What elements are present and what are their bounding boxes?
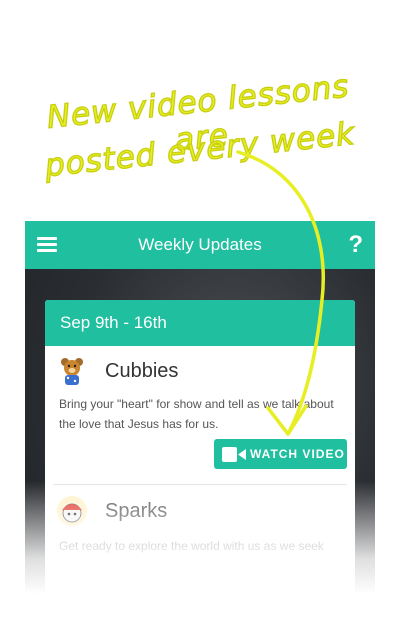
page-title: Weekly Updates [138,235,262,254]
weekly-update-card: Sep 9th - 16th Cubbies Bring your "heart [45,300,355,622]
sparks-avatar [57,496,87,526]
club-description: Get ready to explore the world with us a… [59,539,324,553]
question-mark-icon[interactable]: ? [348,221,363,269]
list-item-sparks: Sparks Get ready to explore the world wi… [57,496,341,566]
cubbies-bear-avatar [57,356,87,386]
club-name: Cubbies [105,360,179,382]
promo-banner: New video lessons are posted every week [30,40,370,200]
phone-screen: Weekly Updates ? Sep 9th - 16th Cubbies … [25,221,375,622]
app-bar: Weekly Updates ? [25,221,375,269]
video-camera-icon [222,447,246,467]
club-description: Bring your "heart" for show and tell as … [59,397,334,431]
divider [53,484,347,485]
date-range-header: Sep 9th - 16th [45,300,355,346]
watch-video-label: WATCH VIDEO [250,447,345,461]
club-name: Sparks [105,500,168,522]
watch-video-button[interactable]: WATCH VIDEO [214,439,347,469]
